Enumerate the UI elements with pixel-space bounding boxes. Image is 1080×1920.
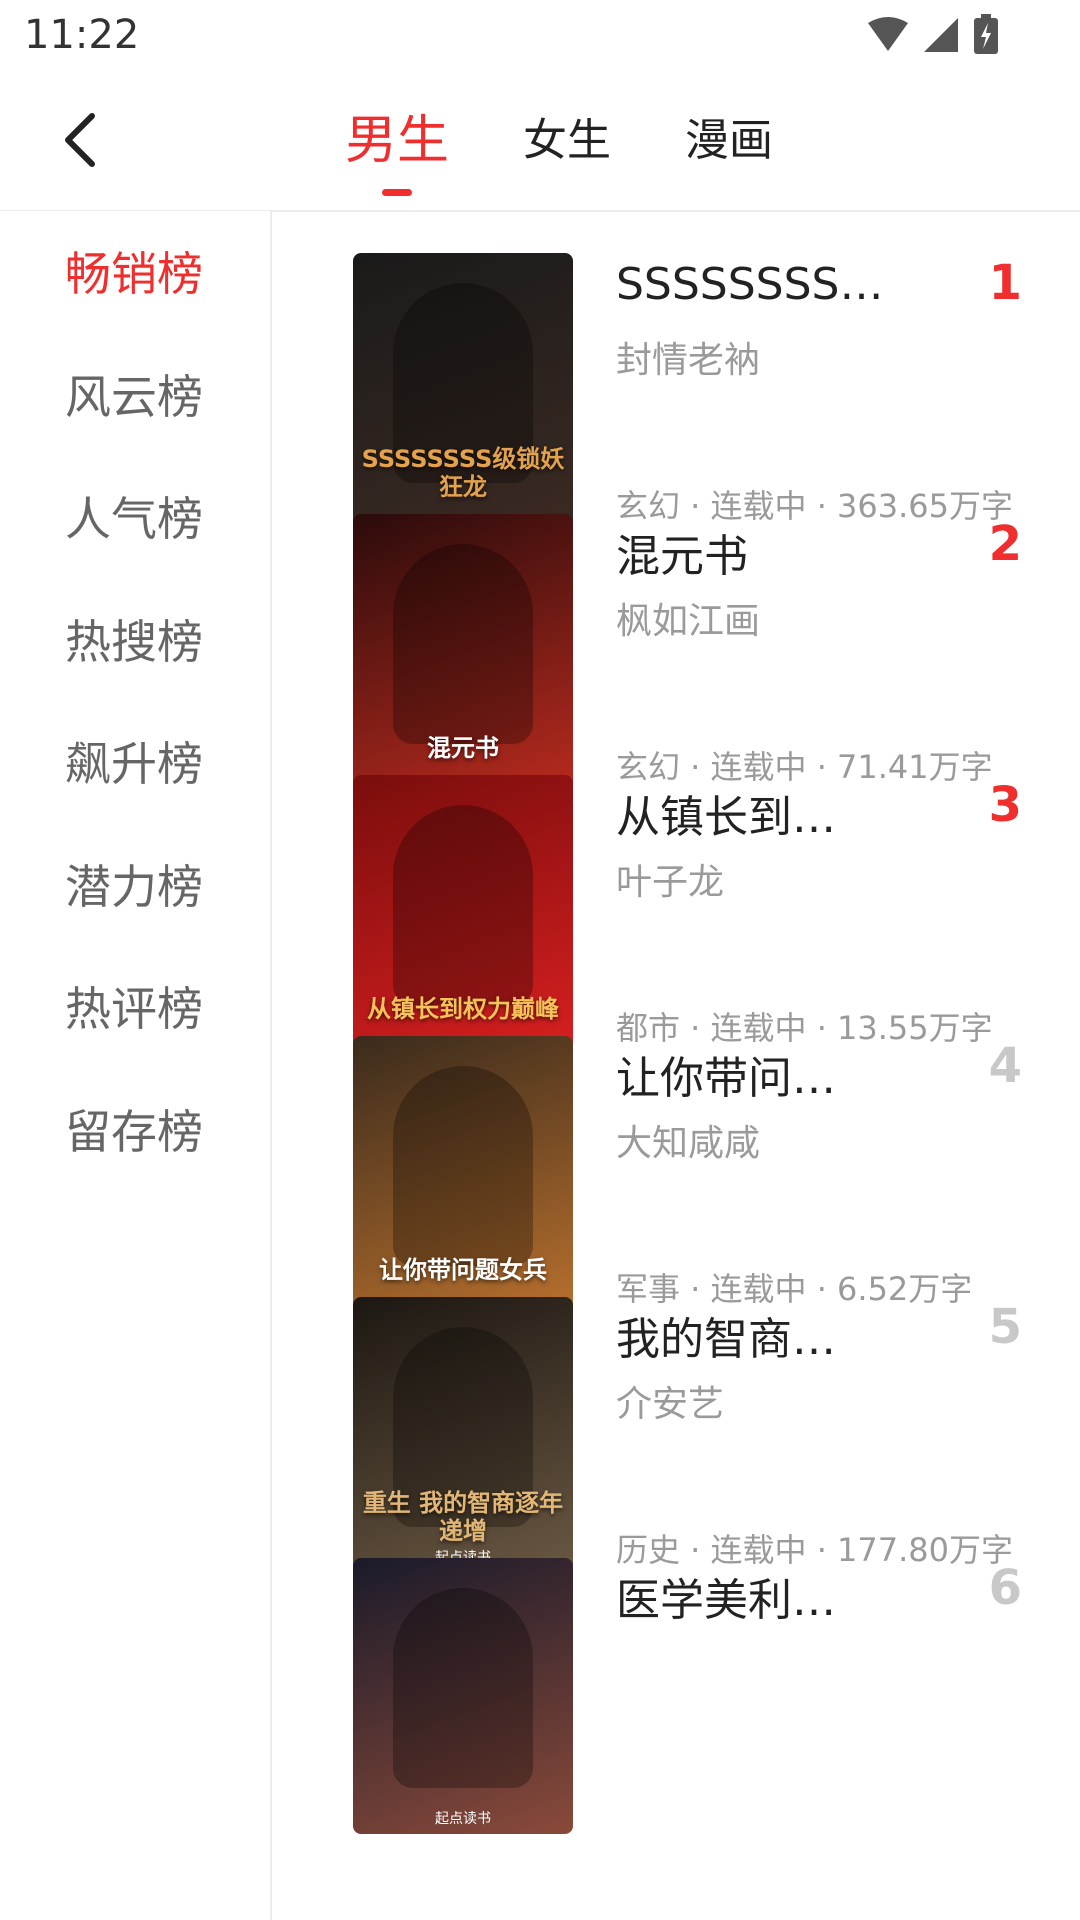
rank-number: 4 — [988, 1038, 1022, 1094]
book-title[interactable]: SSSSSSSS… — [616, 259, 883, 310]
book-item[interactable]: 混元书 混元书 2 枫如江画 玄幻 · 连载中 · 71.41万字 — [272, 472, 1080, 790]
sidebar-item-6[interactable]: 热评榜 — [65, 973, 203, 1039]
book-title[interactable]: 医学美利… — [616, 1564, 836, 1628]
sidebar-item-4[interactable]: 飙升榜 — [65, 728, 203, 794]
book-title[interactable]: 从镇长到… — [616, 781, 836, 845]
cover-art — [393, 544, 533, 744]
cover-brand: 起点读书 — [435, 1811, 491, 1827]
book-item[interactable]: 重生 我的智商逐年递增起点读书我的智商…5介安艺历史 · 连载中 · 177.8… — [272, 1255, 1080, 1573]
sidebar-item-7[interactable]: 留存榜 — [65, 1096, 203, 1162]
wifi-icon — [868, 17, 908, 51]
book-author: 介安艺 — [616, 1384, 725, 1425]
rank-number: 3 — [988, 777, 1022, 833]
system-icons — [866, 14, 1000, 56]
book-author: 封情老衲 — [616, 340, 761, 381]
sidebar-item-2[interactable]: 人气榜 — [65, 483, 203, 549]
gender-tabs: 男生 女生 漫画 — [345, 106, 847, 196]
battery-icon — [974, 14, 998, 54]
sidebar-item-5[interactable]: 潜力榜 — [65, 851, 203, 917]
book-title[interactable]: 混元书 — [616, 520, 748, 584]
sidebar-item-0[interactable]: 畅销榜 — [65, 238, 203, 304]
rank-number: 1 — [988, 255, 1022, 311]
back-arrow-icon[interactable] — [56, 112, 106, 168]
book-title[interactable]: 我的智商… — [616, 1303, 836, 1367]
book-list: SSSSSSSS级锁妖狂龙 SSSSSSSS… 1 封情老衲 玄幻 · 连载中 · 36… — [272, 211, 1080, 1920]
tab-0[interactable]: 男生 — [345, 106, 449, 196]
status-bar: 11:22 — [0, 0, 1080, 72]
book-title[interactable]: 让你带问… — [616, 1042, 836, 1106]
book-author: 枫如江画 — [616, 601, 761, 642]
top-header: 男生 女生 漫画 — [0, 72, 1080, 212]
rank-number: 6 — [988, 1560, 1022, 1616]
book-item[interactable]: 让你带问题女兵 让你带问… 4 大知咸咸 军事 · 连载中 · 6.52万字 — [272, 994, 1080, 1312]
sidebar-item-1[interactable]: 风云榜 — [65, 361, 203, 427]
cover-art — [393, 1588, 533, 1788]
book-author: 大知咸咸 — [616, 1123, 761, 1164]
tab-1[interactable]: 女生 — [523, 106, 611, 176]
book-author: 叶子龙 — [616, 862, 725, 903]
status-time: 11:22 — [24, 12, 140, 58]
sidebar-item-3[interactable]: 热搜榜 — [65, 606, 203, 672]
book-item[interactable]: SSSSSSSS级锁妖狂龙 SSSSSSSS… 1 封情老衲 玄幻 · 连载中 · 36… — [272, 211, 1080, 529]
rank-number: 2 — [988, 516, 1022, 572]
book-cover[interactable]: 起点读书 — [353, 1558, 573, 1834]
book-item[interactable]: 从镇长到权力巅峰 从镇长到… 3 叶子龙 都市 · 连载中 · 13.55万字 — [272, 733, 1080, 1051]
signal-icon — [924, 18, 958, 52]
book-item[interactable]: 起点读书 医学美利… 6 — [272, 1516, 1080, 1834]
cover-art — [393, 805, 533, 1005]
rank-number: 5 — [988, 1299, 1022, 1355]
cover-art — [393, 1066, 533, 1266]
ranking-sidebar: 畅销榜风云榜人气榜热搜榜飙升榜潜力榜热评榜留存榜 — [0, 211, 272, 1920]
tab-2[interactable]: 漫画 — [685, 106, 773, 176]
